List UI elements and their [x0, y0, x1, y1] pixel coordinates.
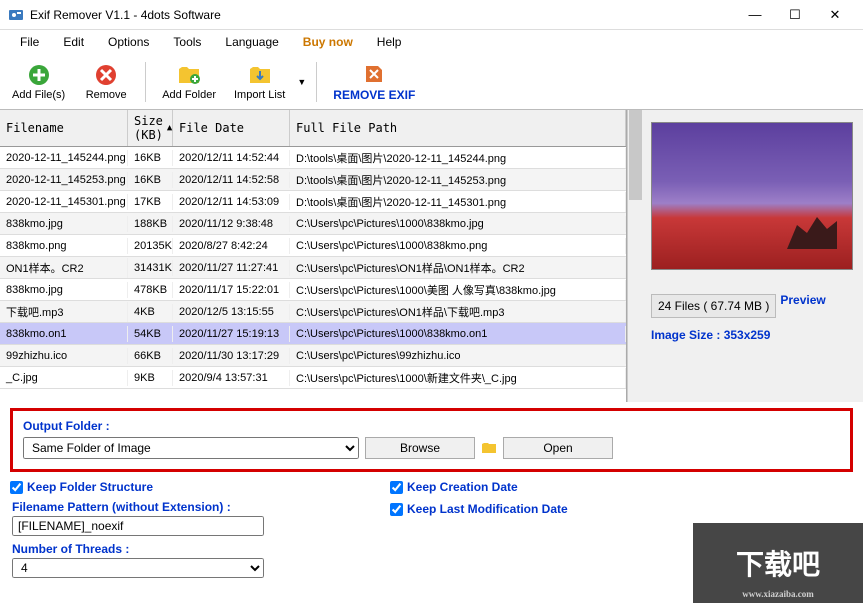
import-list-button[interactable]: Import List	[228, 61, 291, 103]
output-folder-group: Output Folder : Same Folder of Image Bro…	[10, 408, 853, 472]
col-size[interactable]: Size (KB)▲	[128, 110, 173, 146]
output-folder-select[interactable]: Same Folder of Image	[23, 437, 359, 459]
remove-exif-icon	[362, 62, 386, 86]
table-row[interactable]: 838kmo.jpg188KB2020/11/12 9:38:48C:\User…	[0, 213, 626, 235]
menu-language[interactable]: Language	[213, 32, 290, 52]
file-summary: 24 Files ( 67.74 MB )	[651, 294, 776, 318]
app-icon	[8, 7, 24, 23]
menu-edit[interactable]: Edit	[51, 32, 96, 52]
folder-add-icon	[177, 63, 201, 87]
preview-panel: 24 Files ( 67.74 MB ) Preview Image Size…	[643, 110, 863, 402]
window-title: Exif Remover V1.1 - 4dots Software	[30, 8, 735, 22]
table-row[interactable]: 99zhizhu.ico66KB2020/11/30 13:17:29C:\Us…	[0, 345, 626, 367]
col-filename[interactable]: Filename	[0, 110, 128, 146]
table-row[interactable]: ON1样本。CR231431KB2020/11/27 11:27:41C:\Us…	[0, 257, 626, 279]
watermark: 下载吧 www.xiazaiba.com	[693, 523, 863, 603]
import-icon	[248, 63, 272, 87]
image-size-label: Image Size : 353x259	[651, 328, 859, 342]
table-row[interactable]: 838kmo.png20135KB2020/8/27 8:42:24C:\Use…	[0, 235, 626, 257]
add-files-button[interactable]: Add File(s)	[6, 61, 71, 103]
preview-image	[651, 122, 853, 270]
preview-link[interactable]: Preview	[780, 293, 825, 307]
pattern-input[interactable]	[12, 516, 264, 536]
file-grid: Filename Size (KB)▲ File Date Full File …	[0, 110, 627, 402]
output-folder-label: Output Folder :	[23, 419, 840, 433]
threads-label: Number of Threads :	[12, 542, 388, 556]
menu-help[interactable]: Help	[365, 32, 414, 52]
sort-arrow-icon: ▲	[167, 123, 172, 133]
table-row[interactable]: 下载吧.mp34KB2020/12/5 13:15:55C:\Users\pc\…	[0, 301, 626, 323]
folder-icon	[481, 440, 497, 456]
keep-mod-check[interactable]: Keep Last Modification Date	[390, 502, 568, 516]
browse-button[interactable]: Browse	[365, 437, 475, 459]
vertical-scrollbar[interactable]	[627, 110, 643, 402]
grid-body[interactable]: 2020-12-11_145244.png16KB2020/12/11 14:5…	[0, 147, 626, 402]
menu-tools[interactable]: Tools	[161, 32, 213, 52]
table-row[interactable]: 2020-12-11_145253.png16KB2020/12/11 14:5…	[0, 169, 626, 191]
table-row[interactable]: 2020-12-11_145244.png16KB2020/12/11 14:5…	[0, 147, 626, 169]
toolbar-separator	[316, 62, 317, 102]
grid-header: Filename Size (KB)▲ File Date Full File …	[0, 110, 626, 147]
keep-folder-check[interactable]: Keep Folder Structure	[10, 480, 390, 494]
table-row[interactable]: 838kmo.on154KB2020/11/27 15:19:13C:\User…	[0, 323, 626, 345]
threads-select[interactable]: 4	[12, 558, 264, 578]
toolbar-separator	[145, 62, 146, 102]
col-fullpath[interactable]: Full File Path	[290, 110, 626, 146]
dropdown-arrow-icon[interactable]: ▼	[297, 77, 306, 87]
maximize-button[interactable]: ☐	[775, 1, 815, 29]
pattern-label: Filename Pattern (without Extension) :	[12, 500, 388, 514]
col-filedate[interactable]: File Date	[173, 110, 290, 146]
minimize-button[interactable]: —	[735, 1, 775, 29]
remove-icon	[94, 63, 118, 87]
menu-file[interactable]: File	[8, 32, 51, 52]
keep-creation-check[interactable]: Keep Creation Date	[390, 480, 568, 494]
remove-exif-button[interactable]: REMOVE EXIF	[327, 60, 421, 104]
menu-options[interactable]: Options	[96, 32, 161, 52]
table-row[interactable]: 2020-12-11_145301.png17KB2020/12/11 14:5…	[0, 191, 626, 213]
table-row[interactable]: _C.jpg9KB2020/9/4 13:57:31C:\Users\pc\Pi…	[0, 367, 626, 389]
add-folder-button[interactable]: Add Folder	[156, 61, 222, 103]
table-row[interactable]: 838kmo.jpg478KB2020/11/17 15:22:01C:\Use…	[0, 279, 626, 301]
open-button[interactable]: Open	[503, 437, 613, 459]
toolbar: Add File(s) Remove Add Folder Import Lis…	[0, 54, 863, 110]
titlebar: Exif Remover V1.1 - 4dots Software — ☐ ✕	[0, 0, 863, 30]
add-icon	[27, 63, 51, 87]
close-button[interactable]: ✕	[815, 1, 855, 29]
remove-button[interactable]: Remove	[77, 61, 135, 103]
menu-buy-now[interactable]: Buy now	[291, 32, 365, 52]
menubar: File Edit Options Tools Language Buy now…	[0, 30, 863, 54]
